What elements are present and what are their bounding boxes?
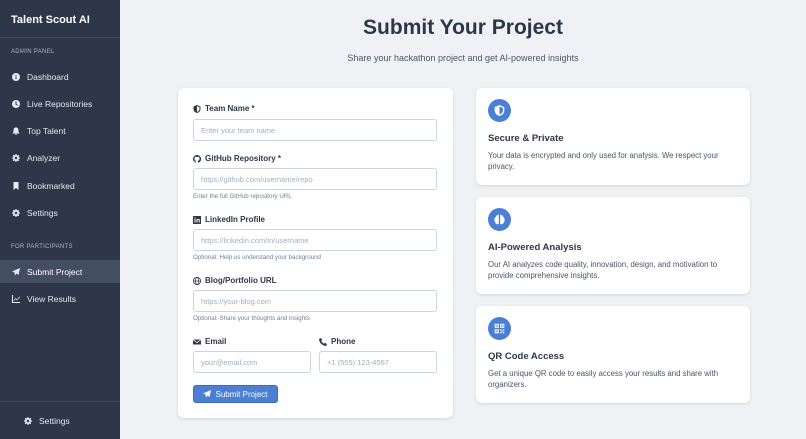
blog-label: Blog/Portfolio URL (193, 276, 277, 285)
team-name-label: Team Name * (193, 104, 255, 113)
qrcode-icon (488, 317, 511, 340)
sidebar-item-label: Live Repositories (27, 98, 93, 109)
sidebar: Talent Scout AI ADMIN PANEL Dashboard Li… (0, 0, 120, 439)
linkedin-help-text: Optional: Help us understand your backgr… (193, 254, 321, 261)
paper-plane-icon (11, 267, 20, 276)
sidebar-item-analyzer[interactable]: Analyzer (0, 146, 120, 169)
sidebar-footer-settings[interactable]: Settings (0, 401, 120, 439)
bell-icon (11, 126, 20, 135)
email-label: Email (193, 337, 226, 346)
info-card-ai-analysis: AI-Powered Analysis Our AI analyzes code… (476, 197, 750, 294)
brain-icon (488, 208, 511, 231)
github-repository-input[interactable] (193, 168, 437, 190)
sidebar-item-label: Submit Project (27, 266, 83, 277)
info-card-title: Secure & Private (488, 133, 564, 144)
info-card-text: Get a unique QR code to easily access yo… (488, 369, 719, 389)
linkedin-label: LinkedIn Profile (193, 215, 265, 224)
shield-icon (193, 104, 201, 113)
sidebar-item-live-repositories[interactable]: Live Repositories (0, 92, 120, 115)
sidebar-item-label: Settings (27, 207, 58, 218)
phone-input[interactable] (319, 351, 437, 373)
sidebar-footer-label: Settings (39, 415, 70, 426)
github-icon (193, 154, 201, 163)
sidebar-item-view-results[interactable]: View Results (0, 287, 120, 310)
app-title: Talent Scout AI (0, 0, 120, 38)
page-title: Submit Your Project (363, 16, 563, 39)
sidebar-item-label: View Results (27, 293, 76, 304)
linkedin-icon (193, 215, 201, 224)
info-card-text: Our AI analyzes code quality, innovation… (488, 260, 718, 280)
sidebar-item-submit-project[interactable]: Submit Project (0, 260, 120, 283)
page-subtitle: Share your hackathon project and get AI-… (347, 53, 579, 63)
info-card-title: QR Code Access (488, 351, 565, 362)
linkedin-input[interactable] (193, 229, 437, 251)
bookmark-icon (11, 181, 20, 190)
sidebar-item-label: Analyzer (27, 152, 61, 163)
phone-icon (319, 337, 327, 346)
participants-label: FOR PARTICIPANTS (11, 244, 73, 250)
gear-icon (11, 208, 20, 217)
sidebar-item-label: Top Talent (27, 125, 66, 136)
info-card-secure: Secure & Private Your data is encrypted … (476, 88, 750, 185)
shield-icon (488, 99, 511, 122)
info-card-qr-code: QR Code Access Get a unique QR code to e… (476, 306, 750, 403)
sidebar-item-label: Bookmarked (27, 180, 75, 191)
sidebar-item-settings[interactable]: Settings (0, 201, 120, 224)
paper-plane-icon (203, 390, 212, 398)
clock-icon (11, 99, 20, 108)
globe-icon (193, 276, 201, 285)
sidebar-item-label: Dashboard (27, 71, 69, 82)
project-form: Team Name * GitHub Repository * Enter th… (178, 88, 453, 418)
gear-icon (23, 416, 32, 425)
info-circle-icon (11, 72, 20, 81)
blog-portfolio-input[interactable] (193, 290, 437, 312)
gear-icon (11, 153, 20, 162)
team-name-input[interactable] (193, 119, 437, 141)
chart-icon (11, 294, 20, 303)
email-input[interactable] (193, 351, 311, 373)
sidebar-item-dashboard[interactable]: Dashboard (0, 65, 120, 88)
github-help-text: Enter the full GitHub repository URL (193, 193, 292, 200)
info-card-title: AI-Powered Analysis (488, 242, 582, 253)
admin-panel-label: ADMIN PANEL (11, 49, 55, 55)
github-label: GitHub Repository * (193, 154, 281, 163)
info-card-text: Your data is encrypted and only used for… (488, 151, 719, 171)
envelope-icon (193, 338, 201, 344)
phone-label: Phone (319, 337, 355, 346)
sidebar-item-top-talent[interactable]: Top Talent (0, 119, 120, 142)
sidebar-item-bookmarked[interactable]: Bookmarked (0, 174, 120, 197)
blog-help-text: Optional: Share your thoughts and insigh… (193, 315, 310, 322)
submit-project-button[interactable]: Submit Project (193, 385, 278, 403)
